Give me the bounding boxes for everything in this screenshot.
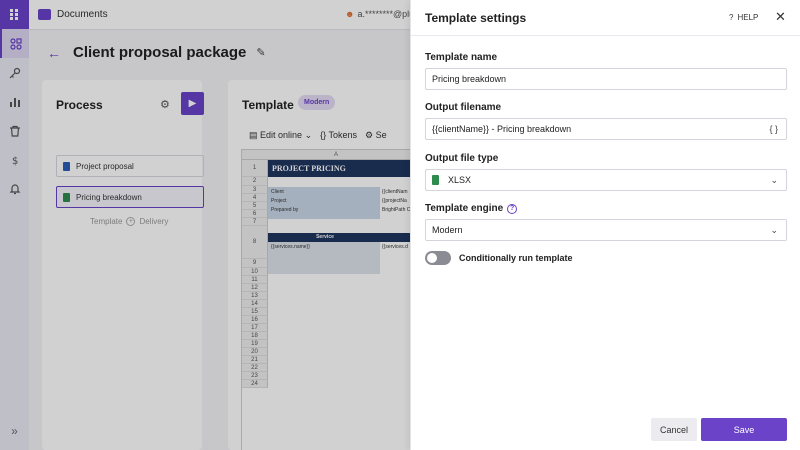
template-name-label-text: Template name [425, 52, 498, 63]
template-name-input[interactable]: Pricing breakdown [425, 68, 787, 90]
template-engine-label: Template engine ? [425, 203, 518, 214]
output-file-type-value: XLSX [448, 175, 472, 185]
template-name-label: Template name [425, 52, 497, 63]
header-divider [411, 35, 800, 36]
output-file-type-label: Output file type [425, 153, 498, 164]
conditional-run-toggle-row: Conditionally run template [425, 251, 573, 265]
modal-backdrop[interactable] [0, 0, 410, 450]
template-engine-label-text: Template engine [425, 203, 504, 214]
question-mark-icon: ? [729, 13, 734, 22]
template-engine-select[interactable]: Modern ⌄ [425, 219, 787, 241]
template-name-value: Pricing breakdown [432, 74, 507, 84]
token-braces-icon[interactable]: { } [769, 124, 778, 134]
output-file-type-label-text: Output file type [425, 153, 499, 164]
conditional-run-toggle[interactable] [425, 251, 451, 265]
cancel-button[interactable]: Cancel [651, 418, 697, 441]
chevron-down-icon: ⌄ [770, 225, 778, 235]
conditional-run-label: Conditionally run template [459, 253, 573, 263]
info-question-icon[interactable]: ? [507, 203, 518, 214]
close-icon[interactable]: ✕ [775, 9, 786, 25]
template-engine-value: Modern [432, 225, 463, 235]
help-button[interactable]: ? HELP [729, 13, 758, 22]
excel-file-icon [432, 175, 439, 185]
help-label: HELP [737, 13, 759, 22]
output-filename-label: Output filename [425, 102, 501, 113]
template-settings-panel: Template settings ? HELP ✕ Template name… [410, 0, 800, 450]
output-file-type-select[interactable]: XLSX ⌄ [425, 169, 787, 191]
output-filename-input[interactable]: {{clientName}} - Pricing breakdown { } [425, 118, 787, 140]
panel-title: Template settings [425, 11, 527, 25]
chevron-down-icon: ⌄ [770, 175, 778, 185]
output-filename-value: {{clientName}} - Pricing breakdown [432, 124, 572, 134]
output-filename-label-text: Output filename [425, 102, 502, 113]
save-button[interactable]: Save [701, 418, 787, 441]
toggle-knob [427, 253, 437, 263]
